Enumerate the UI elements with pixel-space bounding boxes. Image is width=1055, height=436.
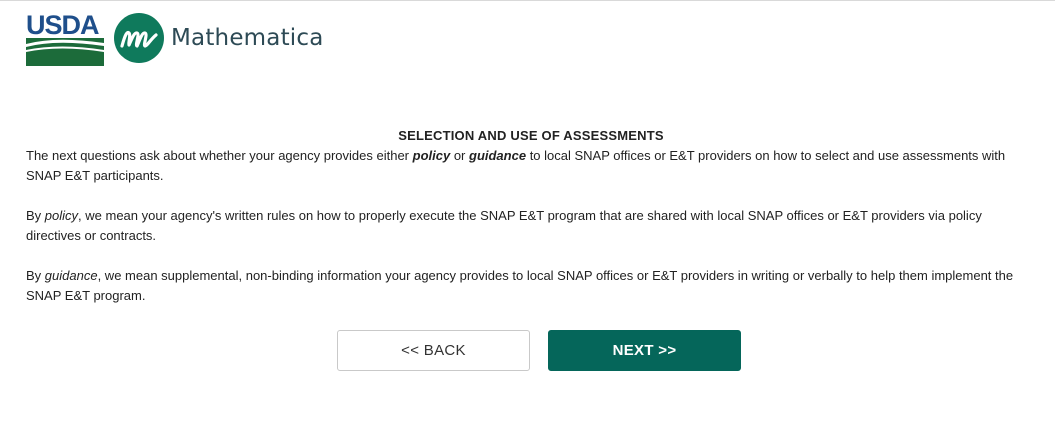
intro-text: or <box>450 148 469 163</box>
guidance-definition: By guidance, we mean supplemental, non-b… <box>26 266 1036 306</box>
policy-term: policy <box>412 148 451 163</box>
navigation-buttons: << BACK NEXT >> <box>337 330 741 371</box>
instructions-content: SELECTION AND USE OF ASSESSMENTS The nex… <box>26 126 1036 306</box>
usda-logo: USDA <box>26 10 104 66</box>
brand-name: Mathematica <box>171 25 324 51</box>
intro-text: The next questions ask about whether you… <box>26 148 413 163</box>
guidance-term: guidance <box>44 268 98 283</box>
guidance-term: guidance <box>469 148 527 163</box>
intro-paragraph: The next questions ask about whether you… <box>26 146 1036 186</box>
mathematica-m-icon <box>114 13 164 63</box>
next-button[interactable]: NEXT >> <box>548 330 741 371</box>
definition-text: , we mean supplemental, non-binding info… <box>26 268 1014 303</box>
section-title: SELECTION AND USE OF ASSESSMENTS <box>398 128 664 143</box>
policy-term: policy <box>44 208 79 223</box>
definition-prefix: By <box>26 268 45 283</box>
definition-text: , we mean your agency's written rules on… <box>26 208 982 243</box>
policy-definition: By policy, we mean your agency's written… <box>26 206 1036 246</box>
definition-prefix: By <box>26 208 45 223</box>
header: USDA Mathematica <box>26 10 324 66</box>
survey-page: USDA Mathematica SELECTION AND USE OF AS… <box>0 0 1055 436</box>
usda-logo-text: USDA <box>26 10 99 40</box>
back-button[interactable]: << BACK <box>337 330 530 371</box>
